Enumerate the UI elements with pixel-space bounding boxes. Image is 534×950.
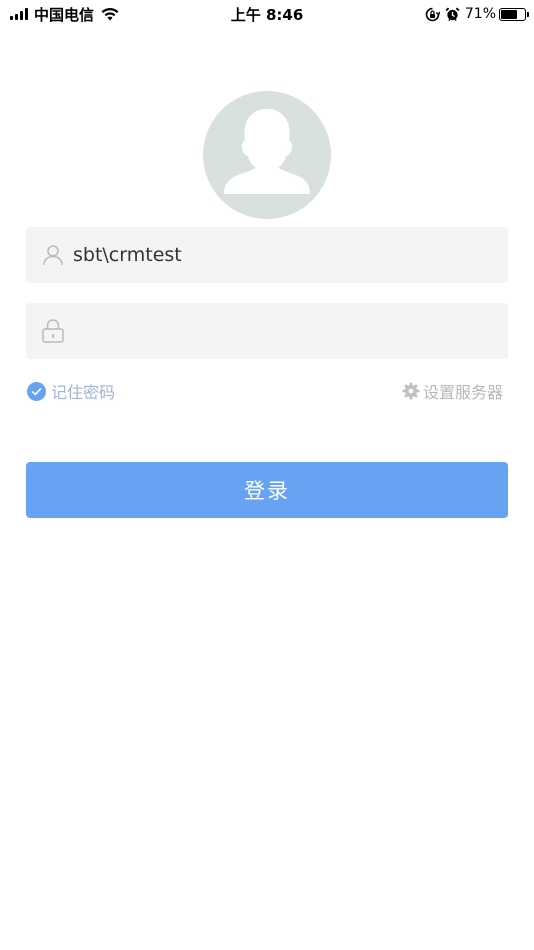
gear-icon <box>402 382 420 400</box>
server-settings-link[interactable]: 设置服务器 <box>402 381 503 402</box>
username-input[interactable] <box>73 227 493 283</box>
avatar <box>203 91 331 219</box>
status-bar: 中国电信 上午 8:46 71% <box>0 0 534 28</box>
battery-level <box>501 9 518 19</box>
orientation-lock-icon <box>425 7 440 21</box>
username-field <box>26 227 508 283</box>
lock-icon <box>42 319 64 343</box>
status-bar-right: 71% <box>425 4 529 24</box>
user-silhouette-icon <box>224 109 310 194</box>
remember-password-label: 记住密码 <box>51 383 116 402</box>
password-input[interactable] <box>73 303 493 359</box>
login-button[interactable]: 登录 <box>26 462 508 518</box>
battery-icon <box>499 7 529 21</box>
check-circle-icon <box>27 381 46 401</box>
server-settings-label: 设置服务器 <box>422 383 503 402</box>
alarm-icon <box>445 7 460 21</box>
login-screen: 中国电信 上午 8:46 71% sbt\crmtest 记住密码 设置服务器 … <box>0 0 534 950</box>
remember-password-toggle[interactable]: 记住密码 <box>27 381 116 402</box>
password-field <box>26 303 508 359</box>
battery-percent: 71% <box>464 6 496 22</box>
user-icon <box>43 245 63 266</box>
